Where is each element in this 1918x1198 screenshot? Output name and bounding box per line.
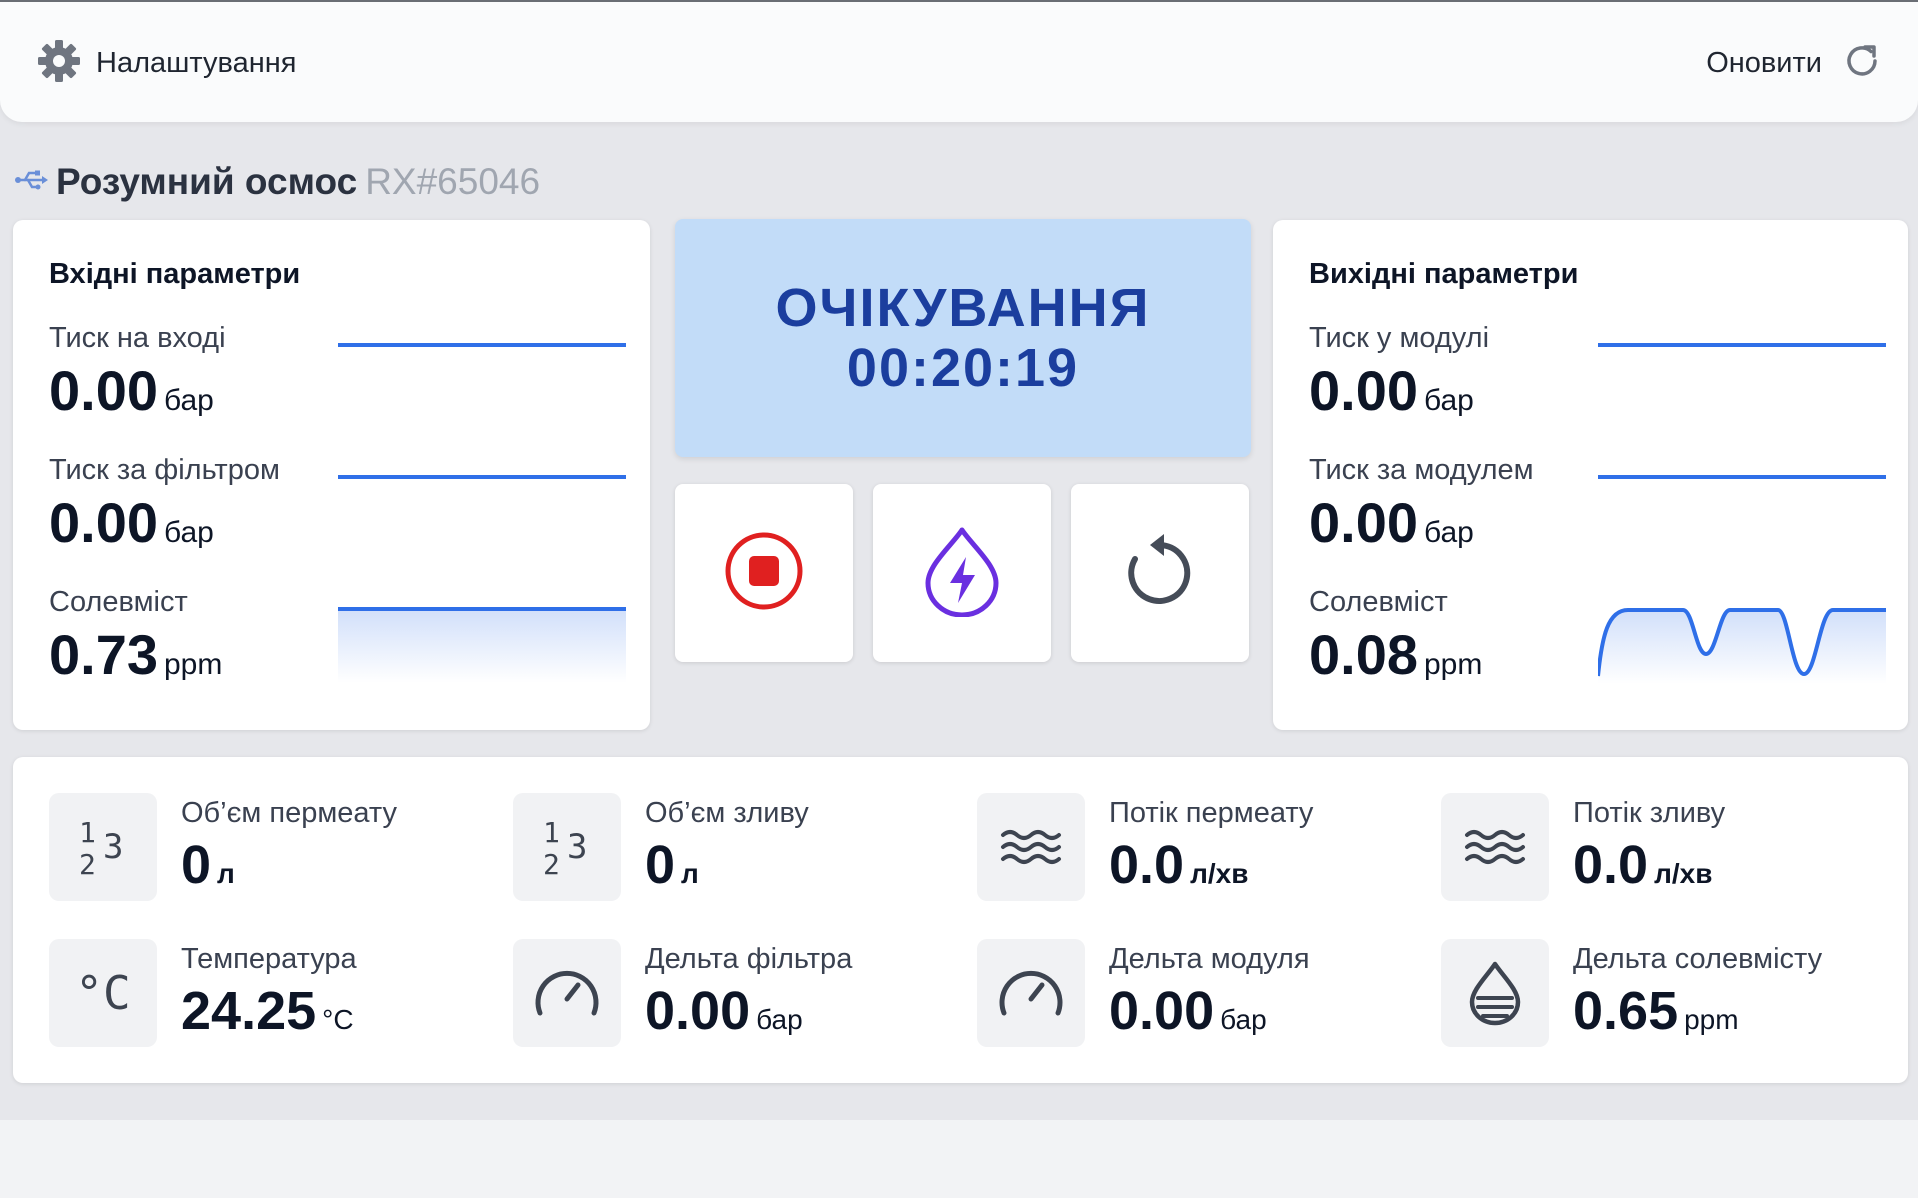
sparkline <box>338 607 626 683</box>
param-value: 0.00 бар <box>1309 359 1474 422</box>
sparkline <box>1598 608 1886 684</box>
metric-drain-volume: 1 2 3 Об’єм зливу 0л <box>513 793 963 903</box>
sparkline <box>1598 475 1886 479</box>
input-params-title: Вхідні параметри <box>49 258 301 290</box>
metric-label: Температура <box>181 943 357 975</box>
param-value: 0.08 ppm <box>1309 623 1483 686</box>
metric-label: Дельта фільтра <box>645 943 853 975</box>
celsius-glyph: °C <box>75 966 131 1020</box>
device-name: Розумний осмос <box>56 161 358 202</box>
stop-button[interactable] <box>675 484 853 662</box>
metric-value: 0л <box>645 835 699 895</box>
settings-label: Налаштування <box>96 46 297 79</box>
param-label: Тиск за модулем <box>1309 454 1534 486</box>
water-drop-icon <box>1441 939 1549 1047</box>
metric-label: Дельта модуля <box>1109 943 1310 975</box>
module-pressure: Тиск у модулі 0.00 бар <box>1309 322 1886 442</box>
metric-label: Потік пермеату <box>1109 797 1314 829</box>
flush-button[interactable] <box>873 484 1051 662</box>
output-params-title: Вихідні параметри <box>1309 258 1579 290</box>
metric-module-delta: Дельта модуля 0.00 бар <box>977 939 1427 1049</box>
sparkline <box>338 475 626 479</box>
after-module-pressure: Тиск за модулем 0.00 бар <box>1309 454 1886 574</box>
waves-icon <box>1441 793 1549 901</box>
metric-label: Потік зливу <box>1573 797 1726 829</box>
metric-permeate-volume: 1 2 3 Об’єм пермеату 0л <box>49 793 499 903</box>
metric-value: 0.0 л/хв <box>1573 835 1713 895</box>
svg-text:3: 3 <box>103 827 123 867</box>
settings-button[interactable]: Налаштування <box>36 38 297 89</box>
gear-icon <box>36 38 82 89</box>
reset-rotate-icon <box>1120 531 1200 616</box>
metric-value: 0.0 л/хв <box>1109 835 1249 895</box>
param-value: 0.00 бар <box>49 359 214 422</box>
status-panel: ОЧІКУВАННЯ 00:20:19 <box>675 219 1251 457</box>
refresh-label: Оновити <box>1706 46 1822 79</box>
svg-text:2: 2 <box>543 848 560 880</box>
status-timer: 00:20:19 <box>846 338 1080 398</box>
metric-label: Об’єм зливу <box>645 797 809 829</box>
metric-value: 0.00 бар <box>645 981 803 1041</box>
metric-filter-delta: Дельта фільтра 0.00 бар <box>513 939 963 1049</box>
filter-pressure: Тиск за фільтром 0.00 бар <box>49 454 626 574</box>
param-value: 0.00 бар <box>1309 491 1474 554</box>
counter-123-icon: 1 2 3 <box>513 793 621 901</box>
param-label: Тиск у модулі <box>1309 322 1490 354</box>
svg-text:3: 3 <box>567 827 587 867</box>
stop-circle-icon <box>724 531 804 616</box>
inlet-salinity: Солевміст 0.73 ppm <box>49 586 626 706</box>
sparkline <box>1598 343 1886 347</box>
device-id: RX#65046 <box>365 161 541 202</box>
metric-value: 0л <box>181 835 235 895</box>
metric-value: 24.25 °C <box>181 981 354 1041</box>
metrics-card: 1 2 3 Об’єм пермеату 0л 1 2 3 Об’єм злив… <box>13 757 1908 1083</box>
param-value: 0.00 бар <box>49 491 214 554</box>
device-title: Розумний осмос RX#65046 <box>14 158 540 206</box>
metric-value: 0.00 бар <box>1109 981 1267 1041</box>
output-params-card: Вихідні параметри Тиск у модулі 0.00 бар … <box>1273 220 1908 730</box>
svg-text:2: 2 <box>79 848 96 880</box>
top-bar: Налаштування Оновити <box>0 2 1918 122</box>
metric-label: Об’єм пермеату <box>181 797 398 829</box>
flush-drop-bolt-icon <box>922 525 1002 622</box>
gauge-icon <box>977 939 1085 1047</box>
metric-label: Дельта солевмісту <box>1573 943 1823 975</box>
metric-value: 0.65 ppm <box>1573 981 1739 1041</box>
inlet-pressure: Тиск на вході 0.00 бар <box>49 322 626 442</box>
usb-icon <box>14 168 48 197</box>
param-label: Солевміст <box>1309 586 1448 618</box>
gauge-icon <box>513 939 621 1047</box>
svg-text:1: 1 <box>79 816 96 849</box>
counter-123-icon: 1 2 3 <box>49 793 157 901</box>
thermometer-celsius-icon: °C <box>49 939 157 1047</box>
waves-icon <box>977 793 1085 901</box>
param-label: Солевміст <box>49 586 188 618</box>
reset-button[interactable] <box>1071 484 1249 662</box>
outlet-salinity: Солевміст 0.08 ppm <box>1309 586 1886 706</box>
metric-salinity-delta: Дельта солевмісту 0.65 ppm <box>1441 939 1891 1049</box>
input-params-card: Вхідні параметри Тиск на вході 0.00 бар Т… <box>13 220 650 730</box>
param-label: Тиск за фільтром <box>49 454 280 486</box>
status-state: ОЧІКУВАННЯ <box>775 278 1151 338</box>
sparkline <box>338 343 626 347</box>
param-value: 0.73 ppm <box>49 623 223 686</box>
metric-drain-flow: Потік зливу 0.0 л/хв <box>1441 793 1891 903</box>
metric-temperature: °C Температура 24.25 °C <box>49 939 499 1049</box>
param-label: Тиск на вході <box>49 322 226 354</box>
metric-permeate-flow: Потік пермеату 0.0 л/хв <box>977 793 1427 903</box>
svg-text:1: 1 <box>543 816 560 849</box>
refresh-icon <box>1842 41 1882 86</box>
refresh-button[interactable]: Оновити <box>1706 40 1882 86</box>
